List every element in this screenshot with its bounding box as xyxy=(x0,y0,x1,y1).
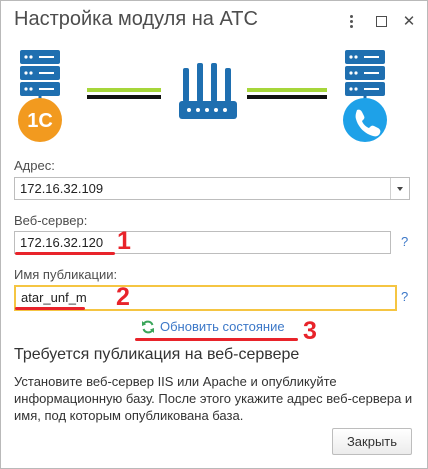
info-text: Установите веб-сервер IIS или Apache и о… xyxy=(14,374,413,423)
publication-label: Имя публикации: xyxy=(14,267,118,282)
more-menu-button[interactable] xyxy=(341,11,361,31)
publication-value: atar_unf_m xyxy=(21,290,87,305)
webserver-input[interactable]: 172.16.32.120 xyxy=(14,231,391,254)
maximize-button[interactable] xyxy=(371,11,391,31)
marker-3: 3 xyxy=(303,317,317,345)
server-icon xyxy=(345,50,385,99)
address-label: Адрес: xyxy=(14,158,55,173)
refresh-status-link[interactable]: Обновить состояние xyxy=(141,319,285,334)
phone-icon xyxy=(343,98,387,142)
webserver-underline xyxy=(15,252,115,255)
title-bar: Настройка модуля на АТС ✕ xyxy=(1,1,427,41)
close-icon: ✕ xyxy=(402,13,416,30)
onec-logo-icon: 1С xyxy=(18,98,62,142)
address-value: 172.16.32.109 xyxy=(20,181,104,196)
more-vertical-icon xyxy=(349,14,353,28)
refresh-underline xyxy=(135,338,298,341)
refresh-icon xyxy=(142,320,154,333)
router-icon xyxy=(179,63,237,119)
server-icon xyxy=(20,50,60,99)
close-button[interactable]: Закрыть xyxy=(332,428,412,455)
webserver-help-link[interactable]: ? xyxy=(401,234,408,249)
dialog-window: Настройка модуля на АТС ✕ 1С Адрес: 172.… xyxy=(0,0,428,469)
address-select[interactable]: 172.16.32.109 xyxy=(14,177,410,200)
onec-logo-text: 1С xyxy=(27,110,53,132)
publication-underline xyxy=(15,307,85,310)
address-dropdown-button[interactable] xyxy=(390,178,409,199)
publication-help-link[interactable]: ? xyxy=(401,289,408,304)
info-heading: Требуется публикация на веб-сервере xyxy=(14,346,300,363)
close-window-button[interactable]: ✕ xyxy=(399,11,419,31)
refresh-status-label: Обновить состояние xyxy=(160,319,285,334)
marker-1: 1 xyxy=(117,227,131,255)
connection-illustration: 1С xyxy=(18,50,387,142)
webserver-value: 172.16.32.120 xyxy=(20,235,104,250)
marker-2: 2 xyxy=(116,283,130,311)
window-title: Настройка модуля на АТС xyxy=(14,8,258,30)
chevron-down-icon xyxy=(397,186,403,191)
webserver-label: Веб-сервер: xyxy=(14,213,88,228)
maximize-icon xyxy=(375,15,387,27)
